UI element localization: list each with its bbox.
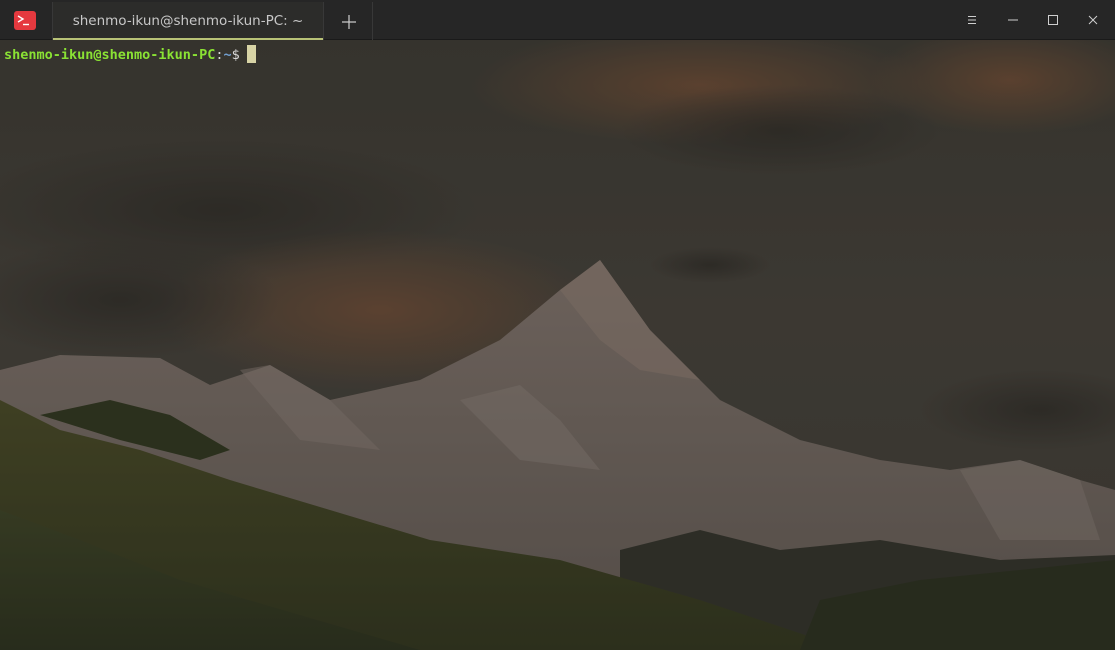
close-icon bbox=[1088, 15, 1098, 25]
menu-button[interactable] bbox=[962, 10, 982, 30]
plus-icon bbox=[342, 15, 356, 29]
tab-terminal[interactable]: shenmo-ikun@shenmo-ikun-PC: ~ bbox=[52, 2, 324, 40]
minimize-button[interactable] bbox=[1003, 10, 1023, 30]
minimize-icon bbox=[1008, 19, 1018, 21]
terminal-icon bbox=[14, 11, 36, 30]
title-bar: shenmo-ikun@shenmo-ikun-PC: ~ bbox=[0, 0, 1115, 40]
text-cursor bbox=[246, 45, 256, 63]
maximize-button[interactable] bbox=[1043, 10, 1063, 30]
close-button[interactable] bbox=[1083, 10, 1103, 30]
terminal-area[interactable]: shenmo-ikun@shenmo-ikun-PC:~$ bbox=[0, 40, 1115, 650]
prompt-line: shenmo-ikun@shenmo-ikun-PC:~$ bbox=[4, 45, 256, 64]
mountain-wallpaper bbox=[0, 40, 1115, 650]
terminal-window: shenmo-ikun@shenmo-ikun-PC: ~ shenmo-iku… bbox=[0, 0, 1115, 650]
prompt-path: ~ bbox=[223, 47, 232, 63]
new-tab-button[interactable] bbox=[325, 2, 373, 40]
maximize-icon bbox=[1048, 15, 1058, 25]
tab-label: shenmo-ikun@shenmo-ikun-PC: ~ bbox=[72, 13, 304, 29]
menu-icon bbox=[968, 16, 976, 24]
prompt-symbol: $ bbox=[231, 47, 240, 63]
prompt-user-host: shenmo-ikun@shenmo-ikun-PC bbox=[4, 47, 216, 63]
active-tab-indicator bbox=[53, 38, 323, 40]
